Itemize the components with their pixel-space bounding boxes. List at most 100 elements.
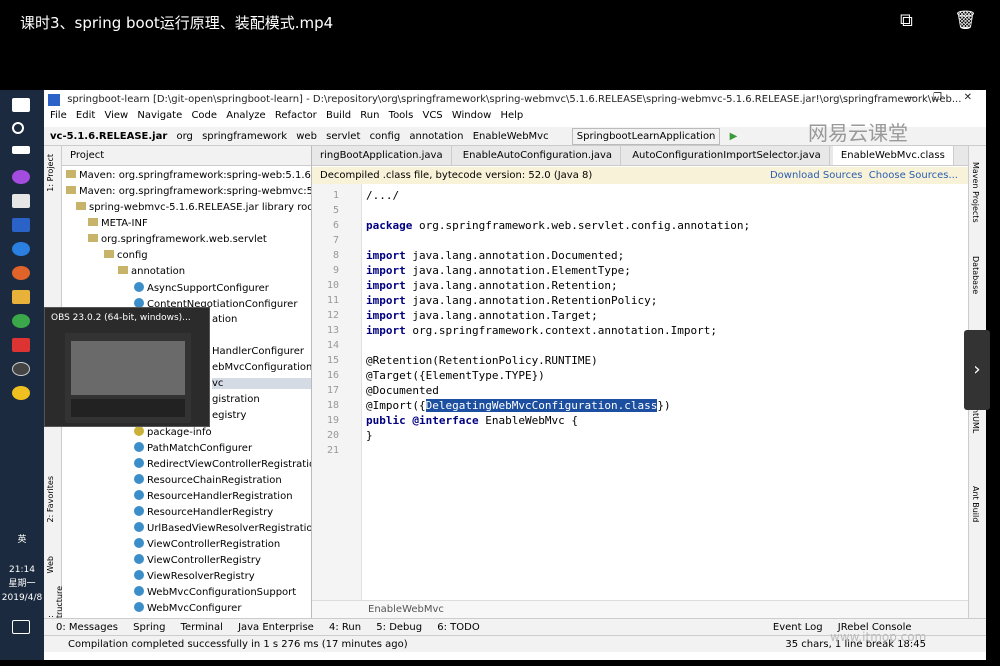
code-line[interactable]: import java.lang.annotation.ElementType; [366,263,631,278]
obs-preview-popup[interactable]: OBS 23.0.2 (64-bit, windows)... [44,307,210,427]
tool-database-tab[interactable]: Database [971,256,980,294]
menu-refactor[interactable]: Refactor [275,110,317,121]
menu-help[interactable]: Help [500,110,523,121]
tree-item[interactable]: Maven: org.springframework:spring-webmvc… [66,186,311,197]
tree-item[interactable]: org.springframework.web.servlet [88,234,267,245]
code-line[interactable]: import org.springframework.context.annot… [366,323,717,338]
run-icon[interactable]: ▶ [730,127,738,145]
code-line[interactable]: /.../ [366,188,399,203]
tool-spring[interactable]: Spring [133,619,165,636]
tree-item[interactable]: ViewControllerRegistration [134,538,280,550]
run-config-select[interactable]: SpringbootLearnApplication [571,128,721,145]
nav-annotation[interactable]: annotation [409,127,463,145]
code-line[interactable]: import java.lang.annotation.Documented; [366,248,624,263]
chrome-icon[interactable] [12,314,30,328]
tree-item[interactable]: Maven: org.springframework:spring-web:5.… [66,170,311,181]
tree-item[interactable]: ViewResolverRegistry [134,570,255,582]
notification-icon[interactable] [12,620,30,634]
tree-item[interactable]: package-info [134,426,212,438]
project-panel-title[interactable]: Project [70,150,104,161]
tree-item[interactable]: AsyncSupportConfigurer [134,282,269,294]
tool-event-log[interactable]: Event Log [773,619,823,636]
close-icon[interactable]: ✕ [964,92,972,103]
trash-icon[interactable]: 🗑 [954,10,977,31]
folder-icon[interactable] [12,290,30,304]
menu-run[interactable]: Run [360,110,379,121]
tree-item[interactable]: RedirectViewControllerRegistration [134,458,311,470]
code-line[interactable]: public @interface EnableWebMvc { [366,413,578,428]
tree-item-partial[interactable]: egistry [212,410,246,421]
tree-item-partial[interactable]: gistration [212,394,260,405]
tool-favorites-tab[interactable]: 2: Favorites [46,476,55,522]
code-line[interactable]: @Retention(RetentionPolicy.RUNTIME) [366,353,598,368]
code-line[interactable]: package org.springframework.web.servlet.… [366,218,750,233]
menu-code[interactable]: Code [191,110,217,121]
tree-item[interactable]: annotation [118,266,185,277]
code-line[interactable]: } [366,428,373,443]
code-line[interactable]: import java.lang.annotation.Target; [366,308,598,323]
ime-indicator[interactable]: 英 [0,534,44,546]
qq-icon[interactable] [12,242,30,256]
choose-sources-link[interactable]: Choose Sources... [869,170,958,181]
code-editor[interactable]: /.../ package org.springframework.web.ser… [364,184,968,604]
menu-navigate[interactable]: Navigate [137,110,182,121]
tree-item[interactable]: WebMvcConfigurationSupport [134,586,296,598]
tab-enableautoconfiguration[interactable]: EnableAutoConfiguration.java [455,146,622,165]
tree-item[interactable]: UrlBasedViewResolverRegistration [134,522,311,534]
tree-item[interactable]: config [104,250,148,261]
menu-analyze[interactable]: Analyze [226,110,265,121]
tree-item[interactable]: ResourceChainRegistration [134,474,282,486]
minimize-icon[interactable]: — [906,92,916,103]
tool-maven-tab[interactable]: Maven Projects [971,162,980,223]
tree-item-selected[interactable]: vc [212,378,311,389]
menu-edit[interactable]: Edit [76,110,95,121]
tool-debug[interactable]: 5: Debug [376,619,422,636]
menu-file[interactable]: File [50,110,67,121]
tool-antbuild-tab[interactable]: Ant Build [971,486,980,522]
tree-item-partial[interactable]: ation [212,314,237,325]
tab-enablewebmvc[interactable]: EnableWebMvc.class [832,146,954,165]
code-line[interactable]: import java.lang.annotation.Retention; [366,278,618,293]
search-icon[interactable] [12,122,24,134]
editor-breadcrumb[interactable]: EnableWebMvc [312,600,968,618]
task-view-icon[interactable] [12,146,30,154]
tree-item[interactable]: ViewControllerRegistry [134,554,261,566]
obs-icon[interactable] [12,362,30,376]
app-icon-purple[interactable] [12,170,30,184]
nav-springframework[interactable]: springframework [202,127,287,145]
tree-item-partial[interactable]: ebMvcConfiguration [212,362,311,373]
code-line[interactable]: import java.lang.annotation.RetentionPol… [366,293,657,308]
tree-item[interactable]: WebMvcConfigurer [134,602,241,614]
nav-org[interactable]: org [176,127,192,145]
windows-start-icon[interactable] [12,98,30,112]
nav-jar[interactable]: vc-5.1.6.RELEASE.jar [50,127,167,145]
maximize-icon[interactable]: ❐ [933,92,942,103]
tool-terminal[interactable]: Terminal [181,619,223,636]
tool-messages[interactable]: 0: Messages [56,619,118,636]
nav-web[interactable]: web [296,127,317,145]
tool-java-enterprise[interactable]: Java Enterprise [238,619,314,636]
tree-item[interactable]: META-INF [88,218,148,229]
nav-servlet[interactable]: servlet [326,127,360,145]
tool-project-tab[interactable]: 1: Project [46,154,55,192]
nav-config[interactable]: config [370,127,401,145]
tree-item-partial[interactable]: HandlerConfigurer [212,346,304,357]
menu-build[interactable]: Build [326,110,351,121]
code-line[interactable]: @Documented [366,383,439,398]
tree-item[interactable]: ResourceHandlerRegistry [134,506,273,518]
app-icon-red[interactable] [12,338,30,352]
menu-tools[interactable]: Tools [389,110,414,121]
code-line[interactable]: @Target({ElementType.TYPE}) [366,368,545,383]
calculator-icon[interactable] [12,194,30,208]
tree-item[interactable]: ResourceHandlerRegistration [134,490,293,502]
tab-autoconfigurationimportselector[interactable]: AutoConfigurationImportSelector.java [624,146,830,165]
tree-item[interactable]: spring-webmvc-5.1.6.RELEASE.jar library … [76,202,311,213]
tree-item[interactable]: PathMatchConfigurer [134,442,252,454]
intellij-icon[interactable] [12,218,30,232]
nav-enablewebmvc[interactable]: EnableWebMvc [473,127,549,145]
download-sources-link[interactable]: Download Sources [770,170,862,181]
firefox-icon[interactable] [12,266,30,280]
code-line[interactable]: @Import({DelegatingWebMvcConfiguration.c… [366,398,671,413]
tab-springbootapplication[interactable]: ringBootApplication.java [312,146,452,165]
menu-window[interactable]: Window [452,110,491,121]
